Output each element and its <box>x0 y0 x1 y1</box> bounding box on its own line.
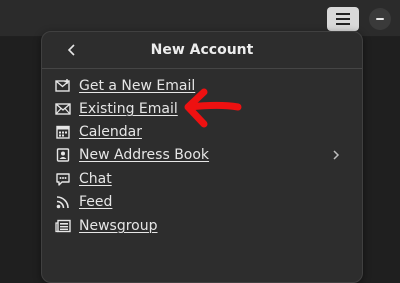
address-book-icon <box>55 147 71 163</box>
panel-header: New Account <box>42 32 362 68</box>
minimize-icon <box>376 18 384 20</box>
menu-item-label: Chat <box>79 171 112 187</box>
chevron-left-icon <box>67 41 77 60</box>
menu-item-newsgroup[interactable]: Newsgroup <box>50 215 354 237</box>
annotation-arrow-icon <box>184 88 242 128</box>
back-button[interactable] <box>60 38 84 62</box>
menu-item-label: Get a New Email <box>79 78 196 94</box>
new-email-icon <box>55 78 71 94</box>
menu-item-new-address-book[interactable]: New Address Book <box>50 144 354 166</box>
header-divider <box>42 68 362 69</box>
chat-icon <box>55 171 71 187</box>
menu-item-label: Calendar <box>79 124 142 140</box>
envelope-icon <box>55 101 71 117</box>
menu-item-chat[interactable]: Chat <box>50 168 354 190</box>
newsgroup-icon <box>55 218 71 234</box>
minimize-button[interactable] <box>369 8 391 30</box>
rss-icon <box>55 194 71 210</box>
menu-item-label: Existing Email <box>79 101 178 117</box>
new-account-panel: New Account Get a New Email Existing Ema… <box>41 31 363 283</box>
hamburger-menu-button[interactable] <box>327 7 359 31</box>
calendar-icon <box>55 124 71 140</box>
menu-item-label: Feed <box>79 194 113 210</box>
menu-item-feed[interactable]: Feed <box>50 191 354 213</box>
menu-item-label: Newsgroup <box>79 218 158 234</box>
chevron-right-icon <box>328 147 344 163</box>
panel-title: New Account <box>150 42 254 58</box>
menu-item-label: New Address Book <box>79 147 210 163</box>
hamburger-icon <box>336 10 350 29</box>
